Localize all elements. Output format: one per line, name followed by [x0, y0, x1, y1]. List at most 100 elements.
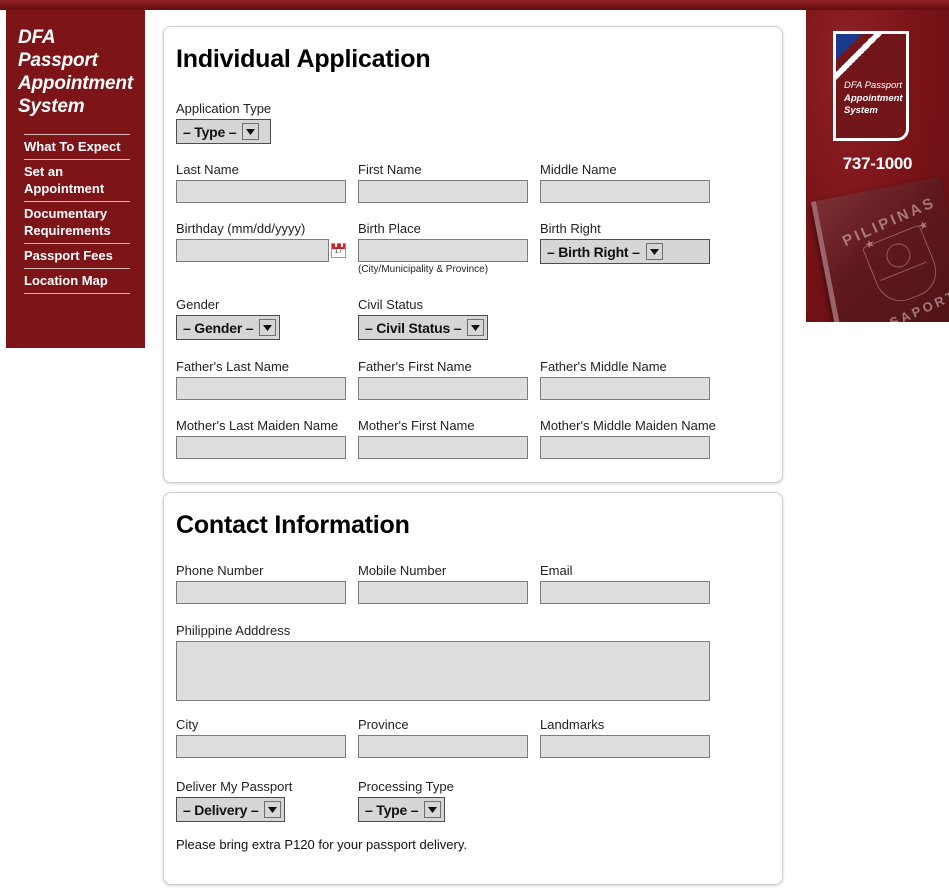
top-stripe [0, 0, 949, 10]
address-row: Philippine Adddress [176, 623, 710, 701]
last-name-field: Last Name [176, 162, 346, 203]
delivery-label: Deliver My Passport [176, 779, 293, 794]
email-input[interactable] [540, 581, 710, 604]
mother-last-maiden-name-input[interactable] [176, 436, 346, 459]
delivery-row: Deliver My Passport – Delivery – Process… [176, 779, 528, 822]
application-type-label: Application Type [176, 101, 272, 116]
father-middle-name-label: Father's Middle Name [540, 359, 667, 374]
brand-line-2: Appointment [18, 73, 133, 94]
gender-field: Gender – Gender – [176, 297, 346, 340]
city-field: City [176, 717, 346, 758]
first-name-field: First Name [358, 162, 528, 203]
chevron-down-icon[interactable] [259, 319, 277, 336]
sidebar-item-location-map[interactable]: Location Map [24, 269, 130, 294]
processing-type-select[interactable]: – Type – [358, 797, 446, 822]
logo-badge[interactable]: DFA Passport Appointment System [833, 31, 909, 141]
address-textarea[interactable] [176, 641, 710, 701]
chevron-down-icon[interactable] [467, 319, 485, 336]
mother-last-maiden-name-label: Mother's Last Maiden Name [176, 418, 339, 433]
chevron-down-icon[interactable] [242, 123, 260, 140]
logo-line-1: DFA Passport [844, 80, 903, 91]
email-field: Email [540, 563, 710, 604]
father-first-name-field: Father's First Name [358, 359, 528, 400]
mother-middle-maiden-name-field: Mother's Middle Maiden Name [540, 418, 718, 459]
chevron-down-icon[interactable] [264, 801, 282, 818]
first-name-label: First Name [358, 162, 422, 177]
father-last-name-field: Father's Last Name [176, 359, 346, 400]
application-type-value: – Type – [183, 123, 237, 140]
last-name-label: Last Name [176, 162, 239, 177]
application-type-field: Application Type – Type – [176, 101, 272, 144]
birth-place-input[interactable] [358, 239, 528, 262]
mother-first-name-label: Mother's First Name [358, 418, 475, 433]
processing-type-field: Processing Type – Type – [358, 779, 528, 822]
gender-value: – Gender – [183, 319, 254, 336]
father-middle-name-field: Father's Middle Name [540, 359, 710, 400]
sidebar-item-what-to-expect[interactable]: What To Expect [24, 134, 130, 160]
sidebar-nav: What To Expect Set an Appointment Docume… [24, 134, 130, 294]
civil-status-select[interactable]: – Civil Status – [358, 315, 489, 340]
birth-right-select[interactable]: – Birth Right – [540, 239, 710, 264]
birthday-input[interactable] [176, 239, 329, 262]
mother-middle-maiden-name-input[interactable] [540, 436, 710, 459]
contact-row: Phone Number Mobile Number Email [176, 563, 710, 604]
calendar-icon[interactable]: 17 [331, 243, 346, 258]
gender-civil-row: Gender – Gender – Civil Status – Civil S… [176, 297, 528, 340]
middle-name-input[interactable] [540, 180, 710, 203]
landmarks-field: Landmarks [540, 717, 710, 758]
birth-right-field: Birth Right – Birth Right – [540, 221, 710, 275]
gender-select[interactable]: – Gender – [176, 315, 281, 340]
delivery-value: – Delivery – [183, 801, 259, 818]
landmarks-input[interactable] [540, 735, 710, 758]
delivery-note: Please bring extra P120 for your passpor… [176, 837, 467, 852]
province-field: Province [358, 717, 528, 758]
birth-right-label: Birth Right [540, 221, 601, 236]
name-row: Last Name First Name Middle Name [176, 162, 710, 203]
middle-name-label: Middle Name [540, 162, 617, 177]
phone-number-input[interactable] [176, 581, 346, 604]
mother-first-name-field: Mother's First Name [358, 418, 528, 459]
father-last-name-label: Father's Last Name [176, 359, 290, 374]
delivery-select[interactable]: – Delivery – [176, 797, 286, 822]
province-label: Province [358, 717, 409, 732]
logo-line-3: System [844, 105, 878, 116]
phone-number-label: Phone Number [176, 563, 264, 578]
application-type-select[interactable]: – Type – [176, 119, 272, 144]
address-field: Philippine Adddress [176, 623, 710, 701]
city-input[interactable] [176, 735, 346, 758]
calendar-icon-ring-right [341, 243, 343, 247]
father-first-name-label: Father's First Name [358, 359, 472, 374]
father-last-name-input[interactable] [176, 377, 346, 400]
birth-place-field: Birth Place (City/Municipality & Provinc… [358, 221, 528, 275]
brand-line-1: DFA Passport [18, 27, 98, 71]
sidebar: DFA Passport Appointment System What To … [6, 10, 145, 348]
birthday-input-group: 17 [176, 239, 346, 262]
city-label: City [176, 717, 199, 732]
first-name-input[interactable] [358, 180, 528, 203]
province-input[interactable] [358, 735, 528, 758]
sidebar-item-documentary-requirements[interactable]: Documentary Requirements [24, 202, 130, 244]
mother-name-row: Mother's Last Maiden Name Mother's First… [176, 418, 718, 459]
mobile-number-label: Mobile Number [358, 563, 447, 578]
sidebar-item-passport-fees[interactable]: Passport Fees [24, 244, 130, 269]
father-first-name-input[interactable] [358, 377, 528, 400]
birthday-field: Birthday (mm/dd/yyyy) 17 [176, 221, 346, 275]
last-name-input[interactable] [176, 180, 346, 203]
birth-place-hint: (City/Municipality & Province) [358, 264, 489, 275]
brand-line-3: System [18, 96, 85, 117]
chevron-down-icon[interactable] [645, 243, 663, 260]
phone-number-field: Phone Number [176, 563, 346, 604]
chevron-down-icon[interactable] [424, 801, 442, 818]
mobile-number-input[interactable] [358, 581, 528, 604]
hotline-number: 737-1000 [842, 154, 913, 173]
birth-row: Birthday (mm/dd/yyyy) 17 Birth Place (Ci… [176, 221, 710, 275]
processing-type-label: Processing Type [358, 779, 454, 794]
individual-application-panel: Individual Application Application Type … [163, 26, 783, 483]
birthday-label: Birthday (mm/dd/yyyy) [176, 221, 306, 236]
mother-first-name-input[interactable] [358, 436, 528, 459]
gender-label: Gender [176, 297, 220, 312]
sidebar-item-set-an-appointment[interactable]: Set an Appointment [24, 160, 130, 202]
father-middle-name-input[interactable] [540, 377, 710, 400]
mother-middle-maiden-name-label: Mother's Middle Maiden Name [540, 418, 716, 433]
middle-name-field: Middle Name [540, 162, 710, 203]
